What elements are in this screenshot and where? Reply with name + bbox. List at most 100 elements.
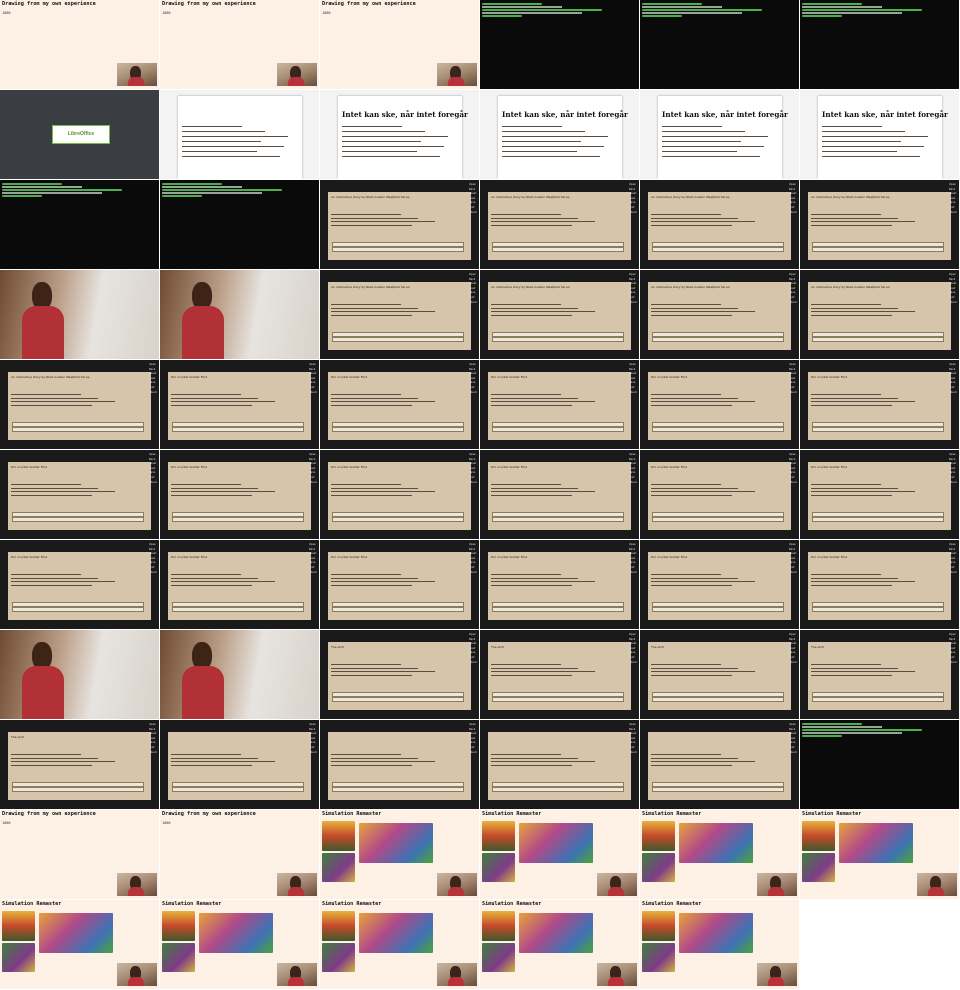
menu-item[interactable]: About	[469, 211, 478, 214]
menu-item[interactable]: Back	[629, 638, 638, 641]
menu-item[interactable]: Reset	[789, 282, 798, 285]
story-choice-button[interactable]	[812, 517, 944, 523]
menu-item[interactable]: Quit	[149, 746, 158, 749]
menu-item[interactable]: Save	[949, 651, 958, 654]
menu-item[interactable]: Quit	[629, 386, 638, 389]
menu-item[interactable]: Quit	[629, 656, 638, 659]
menu-item[interactable]: About	[629, 481, 638, 484]
menu-item[interactable]: About	[469, 391, 478, 394]
menu-item[interactable]: Reset	[469, 462, 478, 465]
story-choice-button[interactable]	[812, 607, 944, 613]
menu-item[interactable]: Load	[629, 737, 638, 740]
menu-item[interactable]: Open	[629, 183, 638, 186]
menu-item[interactable]: Back	[949, 548, 958, 551]
menu-item[interactable]: Load	[149, 557, 158, 560]
menu-item[interactable]: Open	[789, 273, 798, 276]
story-choice-button[interactable]	[172, 787, 304, 793]
story-choice-button[interactable]	[492, 247, 624, 253]
story-choice-button[interactable]	[492, 787, 624, 793]
story-choice-button[interactable]	[332, 697, 464, 703]
menu-item[interactable]: Open	[309, 723, 318, 726]
menu-item[interactable]: Save	[949, 381, 958, 384]
menu-item[interactable]: Save	[629, 651, 638, 654]
menu-item[interactable]: Back	[949, 278, 958, 281]
menu-item[interactable]: Reset	[789, 192, 798, 195]
menu-item[interactable]: Save	[469, 291, 478, 294]
menu-item[interactable]: Open	[949, 183, 958, 186]
story-choice-button[interactable]	[332, 337, 464, 343]
menu-item[interactable]: Back	[309, 728, 318, 731]
menu-item[interactable]: Reset	[309, 462, 318, 465]
story-choice-button[interactable]	[12, 427, 144, 433]
menu-item[interactable]: Load	[629, 647, 638, 650]
story-choice-button[interactable]	[812, 697, 944, 703]
menu-item[interactable]: Save	[469, 201, 478, 204]
menu-item[interactable]: Quit	[789, 386, 798, 389]
menu-item[interactable]: Back	[949, 458, 958, 461]
menu-item[interactable]: Save	[789, 561, 798, 564]
menu-item[interactable]: Quit	[309, 746, 318, 749]
menu-item[interactable]: About	[949, 481, 958, 484]
menu-item[interactable]: Reset	[149, 462, 158, 465]
menu-item[interactable]: Load	[149, 737, 158, 740]
menu-item[interactable]: Reset	[469, 642, 478, 645]
menu-item[interactable]: Open	[469, 183, 478, 186]
menu-item[interactable]: Save	[629, 381, 638, 384]
menu-item[interactable]: Open	[629, 543, 638, 546]
menu-item[interactable]: Load	[949, 467, 958, 470]
menu-item[interactable]: Back	[469, 728, 478, 731]
story-choice-button[interactable]	[652, 427, 784, 433]
menu-item[interactable]: Quit	[469, 296, 478, 299]
menu-item[interactable]: Reset	[629, 372, 638, 375]
menu-item[interactable]: Reset	[949, 192, 958, 195]
menu-item[interactable]: Quit	[789, 566, 798, 569]
menu-item[interactable]: Save	[629, 471, 638, 474]
menu-item[interactable]: Save	[309, 741, 318, 744]
menu-item[interactable]: Open	[789, 543, 798, 546]
menu-item[interactable]: Back	[469, 368, 478, 371]
menu-item[interactable]: Back	[149, 728, 158, 731]
menu-item[interactable]: Quit	[469, 656, 478, 659]
menu-item[interactable]: Quit	[309, 386, 318, 389]
menu-item[interactable]: Quit	[149, 386, 158, 389]
menu-item[interactable]: Back	[789, 188, 798, 191]
menu-item[interactable]: About	[949, 661, 958, 664]
menu-item[interactable]: Reset	[629, 192, 638, 195]
menu-item[interactable]: Load	[789, 287, 798, 290]
menu-item[interactable]: Quit	[469, 566, 478, 569]
menu-item[interactable]: Load	[789, 737, 798, 740]
menu-item[interactable]: About	[469, 481, 478, 484]
menu-item[interactable]: Open	[469, 273, 478, 276]
menu-item[interactable]: About	[149, 391, 158, 394]
menu-item[interactable]: Quit	[949, 206, 958, 209]
menu-item[interactable]: Back	[469, 638, 478, 641]
menu-item[interactable]: Load	[149, 467, 158, 470]
menu-item[interactable]: Save	[629, 741, 638, 744]
menu-item[interactable]: About	[949, 211, 958, 214]
menu-item[interactable]: Save	[469, 741, 478, 744]
menu-item[interactable]: Back	[469, 278, 478, 281]
menu-item[interactable]: About	[789, 301, 798, 304]
menu-item[interactable]: Load	[629, 557, 638, 560]
menu-item[interactable]: Save	[149, 381, 158, 384]
menu-item[interactable]: About	[789, 571, 798, 574]
menu-item[interactable]: Save	[789, 651, 798, 654]
menu-item[interactable]: About	[789, 211, 798, 214]
menu-item[interactable]: Open	[949, 363, 958, 366]
menu-item[interactable]: Load	[789, 647, 798, 650]
story-choice-button[interactable]	[492, 337, 624, 343]
menu-item[interactable]: Back	[469, 548, 478, 551]
menu-item[interactable]: Load	[469, 287, 478, 290]
menu-item[interactable]: Load	[949, 287, 958, 290]
story-choice-button[interactable]	[492, 607, 624, 613]
menu-item[interactable]: About	[309, 391, 318, 394]
menu-item[interactable]: Open	[469, 633, 478, 636]
menu-item[interactable]: Back	[629, 728, 638, 731]
menu-item[interactable]: Back	[789, 458, 798, 461]
menu-item[interactable]: Back	[309, 368, 318, 371]
story-choice-button[interactable]	[492, 427, 624, 433]
menu-item[interactable]: Quit	[469, 746, 478, 749]
menu-item[interactable]: Load	[469, 557, 478, 560]
menu-item[interactable]: Save	[949, 471, 958, 474]
menu-item[interactable]: Load	[469, 467, 478, 470]
